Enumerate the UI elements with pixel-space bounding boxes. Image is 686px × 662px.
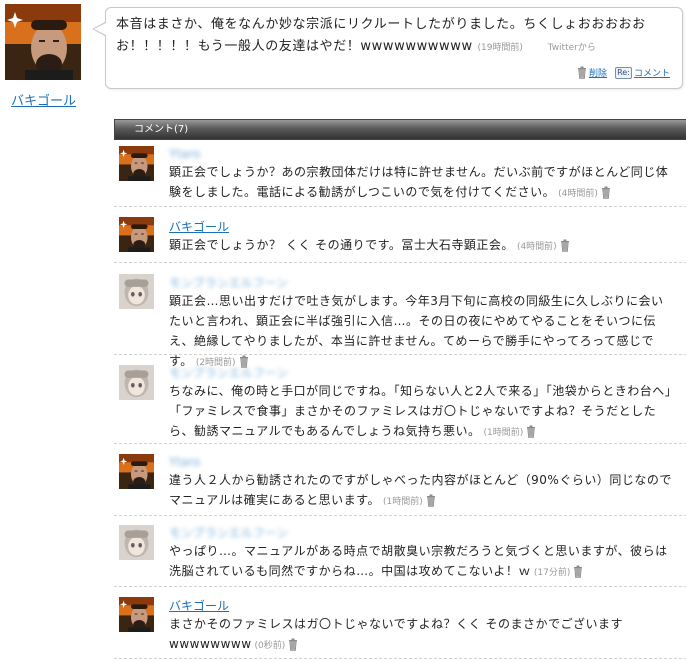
comment-body: まさかそのファミレスはガ〇トじゃないですよね？くく そのまさかでございますwww…	[169, 614, 674, 656]
comment-item: Ytaro 違う人２人から勧誘されたのですがしゃべった内容がほとんど（90%ぐら…	[114, 444, 686, 516]
comment-author-link[interactable]: バキゴール	[169, 598, 229, 614]
comment-timestamp: (17分前)	[533, 568, 571, 578]
comment-author-link[interactable]: バキゴール	[169, 219, 229, 235]
post-bubble: 本音はまさか、俺をなんか妙な宗派にリクルートしたがりました。ちくしょおおおおおお…	[105, 7, 683, 89]
post-author-avatar[interactable]	[5, 4, 81, 80]
comment-text: まさかそのファミレスはガ〇トじゃないですよね？くく そのまさかでございますwww…	[169, 617, 623, 651]
comment-author-link[interactable]: モンブランエルフーン	[169, 275, 288, 291]
comment-avatar[interactable]	[119, 274, 154, 309]
comment-body: やっぱり…。マニュアルがある時点で胡散臭い宗教だろうと気づくと思いますが、彼らは…	[169, 541, 674, 583]
comment-item: Ytaro 顕正会でしょうか？あの宗教団体だけは特に許せません。だいぶ前ですがほ…	[114, 141, 686, 207]
delete-post-label[interactable]: 削除	[589, 66, 607, 79]
comment-body: 顕正会でしょうか？ くく その通りです。冨士大石寺顕正会。 (4時間前)	[169, 235, 674, 257]
comment-timestamp: (1時間前)	[483, 428, 524, 438]
comment-avatar[interactable]	[119, 597, 154, 632]
trash-icon[interactable]	[288, 638, 298, 651]
comment-avatar[interactable]	[119, 365, 154, 400]
comment-avatar[interactable]	[119, 217, 154, 252]
post-source: Twitterから	[547, 43, 596, 53]
comment-author-link[interactable]: モンブランエルフーン	[169, 365, 288, 381]
comments-header: コメント(7)	[114, 119, 686, 140]
comment-avatar[interactable]	[119, 146, 154, 181]
comment-item: モンブランエルフーン ちなみに、俺の時と手口が同じですね。「知らない人と2人で来…	[114, 355, 686, 444]
comment-post-button[interactable]: Re: コメント	[614, 66, 670, 79]
comment-body: 顕正会でしょうか？あの宗教団体だけは特に許せません。だいぶ前ですがほとんど同じ体…	[169, 162, 674, 204]
trash-icon[interactable]	[560, 239, 570, 252]
comment-timestamp: (4時間前)	[558, 189, 598, 199]
post-body: 本音はまさか、俺をなんか妙な宗派にリクルートしたがりました。ちくしょおおおおおお…	[116, 14, 671, 59]
trash-icon[interactable]	[426, 494, 436, 507]
delete-post-button[interactable]: 削除	[577, 66, 607, 79]
reply-icon: Re:	[614, 66, 632, 79]
comment-avatar[interactable]	[119, 454, 154, 489]
comment-timestamp: (0秒前)	[254, 641, 286, 651]
trash-icon[interactable]	[573, 565, 583, 578]
comment-item: モンブランエルフーン 顕正会…思い出すだけで吐き気がします。今年3月下旬に高校の…	[114, 263, 686, 368]
comment-text: やっぱり…。マニュアルがある時点で胡散臭い宗教だろうと気づくと思いますが、彼らは…	[169, 544, 668, 578]
comment-item: バキゴール まさかそのファミレスはガ〇トじゃないですよね？くく そのまさかでござ…	[114, 587, 686, 659]
comment-timestamp: (1時間前)	[382, 497, 423, 507]
comment-item: モンブランエルフーン やっぱり…。マニュアルがある時点で胡散臭い宗教だろうと気づ…	[114, 516, 686, 587]
trash-icon[interactable]	[526, 425, 536, 438]
trash-icon	[577, 66, 587, 79]
trash-icon[interactable]	[601, 186, 611, 199]
comment-item: バキゴール 顕正会でしょうか？ くく その通りです。冨士大石寺顕正会。 (4時間前…	[114, 207, 686, 263]
comment-body: 違う人２人から勧誘されたのですがしゃべった内容がほとんど（90%ぐらい）同じなの…	[169, 470, 674, 512]
comment-text: ちなみに、俺の時と手口が同じですね。「知らない人と2人で来る」「池袋からときわ台…	[169, 384, 672, 438]
speech-bubble-tail-inner	[94, 23, 106, 35]
comment-author-link[interactable]: Ytaro	[169, 146, 200, 162]
comment-author-link[interactable]: Ytaro	[169, 454, 200, 470]
comment-avatar[interactable]	[119, 525, 154, 560]
comment-post-label[interactable]: コメント	[634, 66, 670, 79]
comment-author-link[interactable]: モンブランエルフーン	[169, 525, 288, 541]
comment-timestamp: (4時間前)	[516, 242, 557, 252]
post-timestamp: (19時間前)	[477, 43, 523, 53]
post-author-name-link[interactable]: バキゴール	[11, 90, 76, 109]
comment-text: 顕正会でしょうか？ くく その通りです。冨士大石寺顕正会。	[169, 238, 514, 252]
post-actions: 削除 Re: コメント	[577, 66, 670, 79]
comment-body: ちなみに、俺の時と手口が同じですね。「知らない人と2人で来る」「池袋からときわ台…	[169, 381, 674, 443]
